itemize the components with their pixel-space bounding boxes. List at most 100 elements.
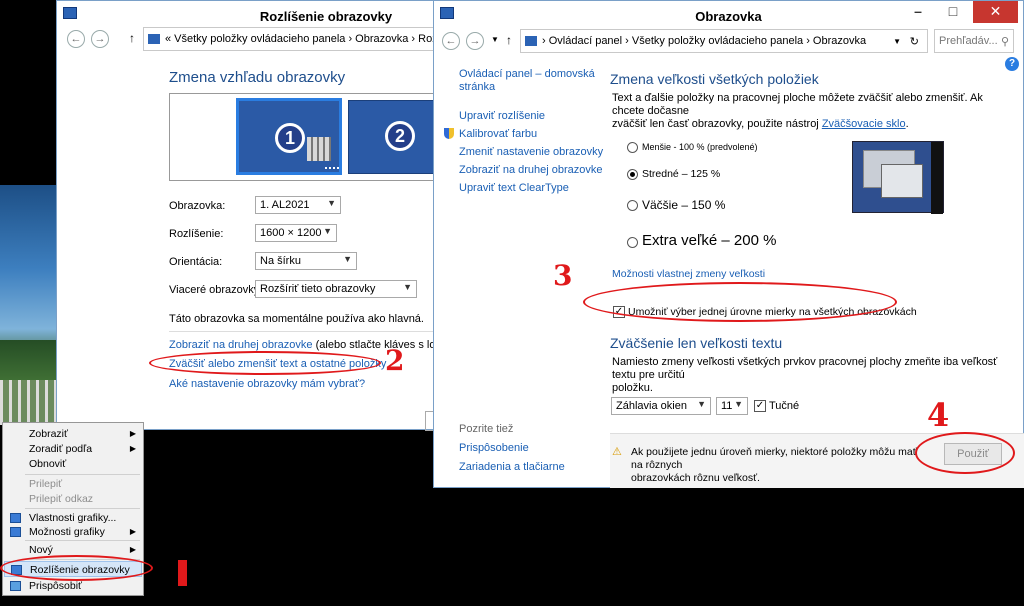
radio-medium[interactable] [627, 169, 638, 180]
menu-separator [25, 474, 140, 475]
element-select[interactable]: Záhlavia okien ▼ [611, 397, 711, 415]
annotation-ellipse-3 [583, 282, 897, 322]
breadcrumb-item[interactable]: Obrazovka [813, 35, 866, 47]
address-bar[interactable]: › Ovládací panel › Všetky položky ovláda… [520, 29, 928, 53]
menu-separator [25, 540, 140, 541]
monitor-2-number: 2 [385, 121, 415, 151]
chevron-down-icon: ▼ [403, 282, 412, 292]
address-text: « Všetky položky ovládacieho panela › Ob… [165, 33, 449, 45]
display-select[interactable]: 1. AL2021 ▼ [255, 196, 341, 214]
menu-item-graphics-options[interactable]: Možnosti grafiky ▶ [4, 524, 142, 540]
annotation-number-3: 3 [553, 259, 573, 292]
minimize-button[interactable]: – [903, 1, 933, 23]
chevron-down-icon[interactable]: ▼ [893, 37, 901, 46]
sidebar-item-adjust-resolution[interactable]: Upraviť rozlíšenie [459, 110, 609, 122]
radio-smaller-label: Menšie - 100 % (predvolené) [642, 142, 758, 152]
show-on-second-display-link[interactable]: Zobraziť na druhej obrazovke [169, 339, 313, 351]
multiple-displays-label: Viaceré obrazovky: [169, 284, 263, 296]
menu-item-label: Nový [29, 544, 53, 556]
control-panel-icon [63, 7, 77, 19]
element-value: Záhlavia okien [616, 400, 687, 412]
period: . [905, 118, 909, 130]
sidebar-item-change-display-settings[interactable]: Zmeniť nastavenie obrazovky [459, 146, 609, 158]
back-button[interactable]: ← [442, 32, 460, 50]
text-size-description-line2: položku. [612, 382, 653, 394]
shield-icon [444, 128, 454, 139]
search-placeholder: Prehľadáv... [939, 35, 998, 47]
chevron-down-icon[interactable]: ▼ [491, 35, 499, 44]
see-also-personalization[interactable]: Prispôsobenie [459, 442, 529, 454]
menu-item-paste-shortcut[interactable]: Prilepiť odkaz [4, 491, 142, 507]
menu-item-sort-by[interactable]: Zoradiť podľa ▶ [4, 441, 142, 457]
show-on-second-display-row: Zobraziť na druhej obrazovke (alebo stla… [169, 339, 467, 351]
refresh-icon[interactable]: ↻ [910, 35, 919, 48]
sidebar-home-line2: stránka [459, 81, 496, 93]
scale-description-line2: zväčšiť len časť obrazovky, použite nást… [612, 118, 1012, 131]
address-bar[interactable]: « Všetky položky ovládacieho panela › Ob… [143, 27, 467, 51]
chevron-down-icon: ▼ [343, 254, 352, 264]
help-icon[interactable]: ? [1005, 57, 1019, 71]
graphics-icon [10, 513, 21, 523]
page-title: Zmena vzhľadu obrazovky [169, 69, 346, 86]
up-button[interactable]: ↑ [129, 31, 135, 45]
sidebar-item-cleartype[interactable]: Upraviť text ClearType [459, 182, 609, 194]
search-input[interactable]: Prehľadáv... ⚲ [934, 29, 1014, 53]
graphics-icon [10, 527, 21, 537]
close-button[interactable]: ✕ [973, 1, 1018, 23]
main-display-grid-icon [307, 137, 331, 161]
font-size-select[interactable]: 11 ▼ [716, 397, 748, 415]
chevron-down-icon: ▼ [327, 198, 336, 208]
sidebar-item-calibrate-color[interactable]: Kalibrovať farbu [444, 128, 609, 140]
menu-item-view[interactable]: Zobraziť ▶ [4, 426, 142, 442]
radio-larger[interactable] [627, 200, 638, 211]
custom-sizing-link[interactable]: Možnosti vlastnej zmeny veľkosti [612, 268, 765, 280]
orientation-select[interactable]: Na šírku ▼ [255, 252, 357, 270]
annotation-number-4: 4 [927, 396, 950, 434]
magnifier-link[interactable]: Zväčšovacie sklo [822, 118, 906, 130]
which-settings-link[interactable]: Aké nastavenie obrazovky mám vybrať? [169, 378, 365, 390]
monitor-1-number: 1 [275, 123, 305, 153]
display-value: 1. AL2021 [260, 199, 310, 211]
font-size-value: 11 [721, 400, 733, 412]
section-heading-scale: Zmena veľkosti všetkých položiek [610, 71, 819, 87]
breadcrumb-item[interactable]: Ovládací panel [549, 35, 622, 47]
section-heading-text-size: Zväčšenie len veľkosti textu [610, 335, 783, 351]
window-titlebar: Obrazovka – □ ✕ [434, 1, 1023, 31]
menu-item-refresh[interactable]: Obnoviť [4, 456, 142, 472]
see-also-devices-printers[interactable]: Zariadenia a tlačiarne [459, 461, 565, 473]
multiple-displays-value: Rozšíriť tieto obrazovky [260, 283, 376, 295]
menu-item-label: Prispôsobiť [29, 580, 82, 592]
multiple-displays-select[interactable]: Rozšíriť tieto obrazovky ▼ [255, 280, 417, 298]
forward-button[interactable]: → [91, 30, 109, 48]
monitor-1[interactable]: 1 [236, 98, 342, 175]
menu-item-paste[interactable]: Prilepiť [4, 476, 142, 492]
resolution-label: Rozlíšenie: [169, 228, 224, 240]
warning-line2: obrazovkách rôznu veľkosť. [631, 472, 760, 484]
breadcrumb-item[interactable]: Všetky položky ovládacieho panela [632, 35, 803, 47]
wallpaper-trees [0, 340, 60, 380]
chevron-down-icon: ▼ [323, 226, 332, 236]
sidebar-home-link[interactable]: Ovládací panel – domovská stránka [459, 68, 609, 94]
monitor-1-dots [325, 167, 339, 171]
scale-description-line1: Text a ďalšie položky na pracovnej ploch… [612, 92, 983, 117]
monitor-preview: 1 2 [169, 93, 467, 181]
radio-extra-large[interactable] [627, 237, 638, 248]
bold-checkbox[interactable]: ✓ [754, 400, 766, 412]
up-button[interactable]: ↑ [506, 33, 512, 47]
breadcrumb-sep-icon: › [542, 35, 549, 47]
annotation-number-2: 2 [385, 344, 405, 377]
breadcrumb-sep-icon: › [803, 35, 813, 47]
sidebar-item-project-second-screen[interactable]: Zobraziť na druhej obrazovke [459, 164, 609, 176]
preview-taskbar [931, 142, 943, 214]
annotation-number-1: 1 [178, 560, 187, 586]
resolution-select[interactable]: 1600 × 1200 ▼ [255, 224, 337, 242]
warning-line1: Ak použijete jednu úroveň mierky, niekto… [631, 446, 917, 471]
maximize-button[interactable]: □ [938, 1, 968, 23]
radio-smaller[interactable] [627, 142, 638, 153]
wallpaper-fence [0, 380, 60, 425]
back-button[interactable]: ← [67, 30, 85, 48]
folder-icon [148, 34, 160, 44]
resolution-value: 1600 × 1200 [260, 227, 322, 239]
forward-button[interactable]: → [466, 32, 484, 50]
chevron-right-icon: ▶ [129, 545, 136, 554]
